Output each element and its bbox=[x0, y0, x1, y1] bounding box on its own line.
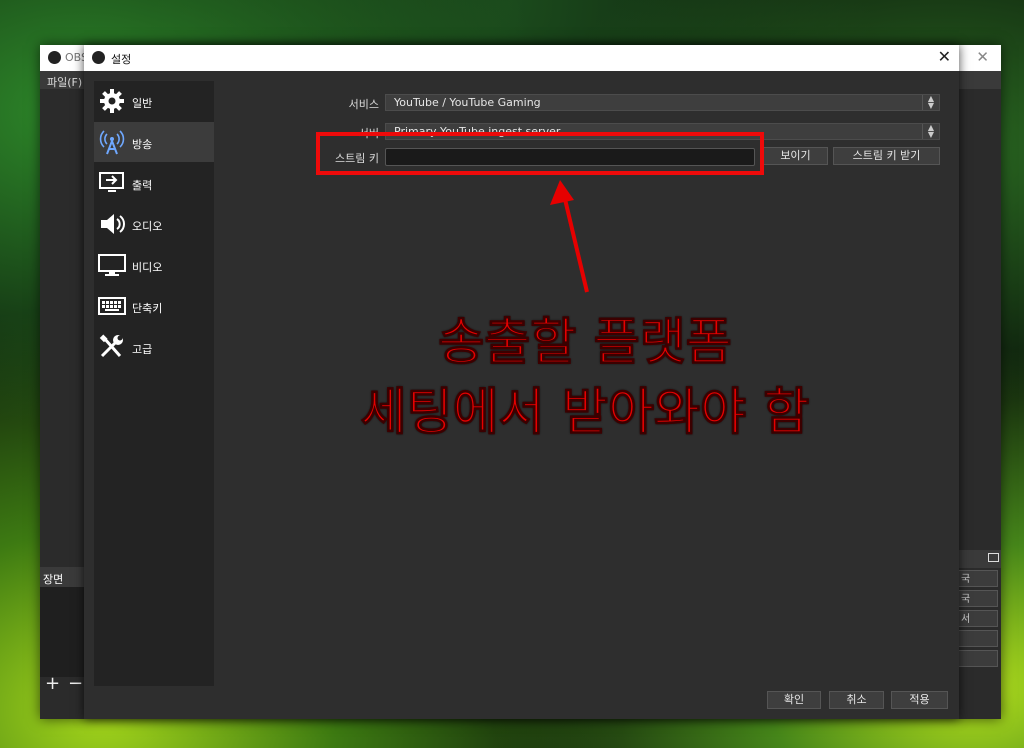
dock-button[interactable] bbox=[958, 650, 998, 667]
service-label: 서비스 bbox=[348, 98, 379, 111]
sidebar-item-output[interactable]: 출력 bbox=[94, 163, 214, 203]
settings-sidebar: 일반 방송 출력 오디오 비디오 단축키 고급 bbox=[94, 81, 214, 686]
service-select[interactable]: YouTube / YouTube Gaming ▲ ▼ bbox=[385, 94, 940, 111]
spin-arrows-icon: ▲ ▼ bbox=[922, 124, 939, 139]
broadcast-antenna-icon bbox=[99, 130, 125, 155]
sidebar-item-label: 고급 bbox=[132, 343, 153, 356]
dock-button[interactable]: 국 bbox=[958, 570, 998, 587]
scenes-list[interactable] bbox=[40, 587, 84, 677]
ok-button[interactable]: 확인 bbox=[767, 691, 821, 709]
close-icon[interactable]: ✕ bbox=[938, 47, 951, 66]
menu-file[interactable]: 파일(F) bbox=[47, 74, 82, 90]
obs-logo-icon bbox=[92, 51, 105, 64]
sidebar-item-label: 출력 bbox=[132, 179, 153, 192]
dock-button[interactable] bbox=[958, 630, 998, 647]
dock-button[interactable]: 국 bbox=[958, 590, 998, 607]
sidebar-item-label: 일반 bbox=[132, 97, 153, 110]
scenes-label: 장면 bbox=[43, 573, 64, 586]
sidebar-item-video[interactable]: 비디오 bbox=[94, 245, 214, 285]
get-stream-key-button[interactable]: 스트림 키 받기 bbox=[833, 147, 940, 165]
sidebar-item-label: 단축키 bbox=[132, 302, 163, 315]
annotation-line-1: 송출할 플랫폼 bbox=[438, 313, 732, 372]
annotation-line-2: 세팅에서 받아와야 함 bbox=[360, 383, 810, 442]
sidebar-item-audio[interactable]: 오디오 bbox=[94, 204, 214, 244]
obs-logo-icon bbox=[48, 51, 61, 64]
cancel-button[interactable]: 취소 bbox=[829, 691, 884, 709]
main-close-icon[interactable]: ✕ bbox=[976, 48, 989, 66]
gear-icon bbox=[100, 89, 124, 113]
settings-title: 설정 bbox=[111, 53, 132, 66]
spin-arrows-icon: ▲ ▼ bbox=[922, 95, 939, 110]
restore-dock-icon[interactable] bbox=[988, 553, 999, 562]
keyboard-icon bbox=[98, 297, 126, 315]
annotation-arrow-icon bbox=[550, 180, 589, 293]
output-monitor-icon bbox=[99, 172, 124, 192]
sidebar-item-label: 방송 bbox=[132, 138, 153, 151]
show-key-button[interactable]: 보이기 bbox=[763, 147, 828, 165]
sidebar-item-hotkeys[interactable]: 단축키 bbox=[94, 286, 214, 326]
tools-icon bbox=[99, 334, 123, 358]
annotation-text: 송출할 플랫폼 세팅에서 받아와야 함 bbox=[309, 307, 861, 447]
service-value: YouTube / YouTube Gaming bbox=[394, 96, 541, 109]
sidebar-item-stream[interactable]: 방송 bbox=[94, 122, 214, 162]
monitor-icon bbox=[98, 254, 126, 276]
sidebar-item-label: 비디오 bbox=[132, 261, 163, 274]
speaker-icon bbox=[101, 214, 125, 234]
sidebar-item-advanced[interactable]: 고급 bbox=[94, 327, 214, 367]
dock-button[interactable]: 서 bbox=[958, 610, 998, 627]
sidebar-item-general[interactable]: 일반 bbox=[94, 81, 214, 121]
apply-button[interactable]: 적용 bbox=[891, 691, 948, 709]
sidebar-item-label: 오디오 bbox=[132, 220, 163, 233]
annotation-highlight-box bbox=[316, 132, 764, 175]
settings-dialog: 설정 ✕ 일반 방송 출력 오디오 비디오 단축키 고급 서비스 YouTube… bbox=[84, 45, 959, 719]
add-scene-button[interactable]: + bbox=[45, 673, 60, 694]
settings-titlebar: 설정 ✕ bbox=[84, 45, 959, 71]
remove-scene-button[interactable]: − bbox=[68, 673, 83, 694]
